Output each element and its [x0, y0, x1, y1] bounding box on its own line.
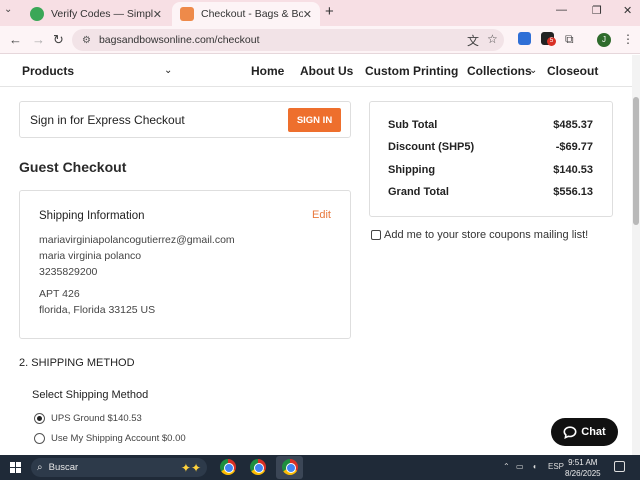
- select-shipping-method-label: Select Shipping Method: [32, 389, 149, 401]
- nav-collections[interactable]: Collections: [467, 64, 532, 78]
- order-summary: Sub Total $485.37 Discount (SHP5) -$69.7…: [369, 101, 613, 217]
- clock-time: 9:51 AM: [568, 458, 598, 467]
- nav-custom-printing[interactable]: Custom Printing: [365, 64, 458, 78]
- browser-menu-icon[interactable]: ⋮: [622, 32, 634, 46]
- summary-row-subtotal: Sub Total $485.37: [388, 119, 593, 131]
- summary-value: -$69.77: [555, 141, 593, 153]
- reload-icon[interactable]: ↻: [53, 32, 64, 48]
- summary-value: $140.53: [553, 164, 593, 176]
- express-checkout-signin: Sign in for Express Checkout SIGN IN: [19, 101, 351, 138]
- bags-favicon-icon: [180, 7, 194, 21]
- nav-home[interactable]: Home: [251, 64, 284, 78]
- taskbar-search[interactable]: ⌕ Buscar ✦✦: [31, 458, 207, 477]
- tab-checkout[interactable]: Checkout - Bags & Bows by S. ✕: [172, 2, 320, 26]
- network-icon[interactable]: ▭: [516, 462, 524, 471]
- ups-ground-radio[interactable]: [34, 413, 45, 424]
- tray-chevron-icon[interactable]: ⌃: [503, 462, 510, 471]
- tab-search-icon[interactable]: ⌄: [4, 4, 12, 15]
- address-bar[interactable]: ⚙ bagsandbowsonline.com/checkout: [72, 29, 504, 51]
- forward-icon[interactable]: →: [32, 32, 45, 47]
- notifications-icon[interactable]: [614, 461, 625, 472]
- volume-icon[interactable]: ◖: [532, 462, 537, 471]
- restore-icon[interactable]: ❐: [592, 4, 602, 17]
- close-window-icon[interactable]: ✕: [623, 4, 632, 17]
- shipping-name: maria virginia polanco: [39, 250, 142, 262]
- shield-extension-icon[interactable]: [518, 32, 531, 45]
- coupon-checkbox[interactable]: [371, 230, 381, 240]
- signin-label: Sign in for Express Checkout: [30, 113, 185, 127]
- back-icon[interactable]: ←: [9, 32, 22, 47]
- own-account-label[interactable]: Use My Shipping Account $0.00: [51, 433, 186, 444]
- summary-label: Discount (SHP5): [388, 141, 475, 153]
- simplycodes-favicon-icon: [30, 7, 44, 21]
- tab-close-icon[interactable]: ✕: [303, 8, 312, 21]
- shipping-phone: 3235829200: [39, 266, 98, 278]
- coupon-label: Add me to your store coupons mailing lis…: [384, 229, 589, 241]
- language-indicator[interactable]: ESP: [548, 462, 564, 471]
- profile-avatar[interactable]: J: [597, 33, 611, 47]
- page-scrollbar[interactable]: [632, 55, 640, 455]
- chat-button[interactable]: Chat: [551, 418, 618, 446]
- edit-shipping-link[interactable]: Edit: [312, 209, 331, 221]
- chrome-app-icon[interactable]: [282, 459, 298, 475]
- tab-title: Checkout - Bags & Bows by S.: [201, 8, 303, 20]
- search-icon: ⌕: [37, 462, 43, 473]
- scrollbar-thumb[interactable]: [633, 97, 639, 225]
- taskbar-search-placeholder: Buscar: [48, 462, 79, 473]
- shipping-info-heading: Shipping Information: [39, 210, 145, 222]
- clock-date: 8/26/2025: [565, 469, 601, 478]
- windows-taskbar: ⌕ Buscar ✦✦ ⌃ ▭ ◖ ESP 9:51 AM 8/26/2025: [0, 455, 640, 480]
- bookmark-star-icon[interactable]: ☆: [487, 32, 498, 46]
- own-account-radio[interactable]: [34, 433, 45, 444]
- sparkle-icon: ✦✦: [180, 460, 201, 475]
- extension-icon[interactable]: 5: [541, 32, 556, 46]
- tab-simplycodes[interactable]: Verify Codes — SimplyCodes ✕: [22, 2, 170, 26]
- chevron-down-icon[interactable]: ⌄: [529, 65, 537, 76]
- shipping-address-line2: florida, Florida 33125 US: [39, 304, 156, 316]
- summary-label: Sub Total: [388, 119, 438, 131]
- nav-products[interactable]: Products: [22, 64, 74, 78]
- minimize-icon[interactable]: —: [556, 4, 567, 16]
- guest-checkout-heading: Guest Checkout: [19, 159, 127, 175]
- chevron-down-icon[interactable]: ⌄: [164, 65, 172, 76]
- extension-badge: 5: [547, 37, 556, 46]
- windows-start-icon[interactable]: [10, 462, 21, 473]
- site-info-icon[interactable]: ⚙: [82, 35, 91, 46]
- summary-label: Shipping: [388, 164, 436, 176]
- site-navigation: Products ⌄ Home About Us Custom Printing…: [0, 55, 632, 87]
- summary-row-grand-total: Grand Total $556.13: [388, 186, 593, 198]
- url-text: bagsandbowsonline.com/checkout: [98, 34, 260, 46]
- nav-about-us[interactable]: About Us: [300, 64, 353, 78]
- chrome-app-icon[interactable]: [250, 459, 266, 475]
- browser-tab-strip: ⌄ Verify Codes — SimplyCodes ✕ Checkout …: [0, 0, 640, 26]
- shipping-information-card: Shipping Information Edit mariavirginiap…: [19, 190, 351, 339]
- new-tab-button[interactable]: +: [325, 3, 334, 20]
- shipping-email: mariavirginiapolancogutierrez@gmail.com: [39, 234, 235, 246]
- summary-value: $556.13: [553, 186, 593, 198]
- chat-bubble-icon: [563, 425, 577, 439]
- translate-icon[interactable]: 文: [467, 32, 479, 49]
- tab-close-icon[interactable]: ✕: [153, 8, 162, 21]
- taskbar-clock[interactable]: 9:51 AM 8/26/2025: [565, 457, 601, 479]
- summary-label: Grand Total: [388, 186, 449, 198]
- shipping-address-line1: APT 426: [39, 288, 80, 300]
- sign-in-button[interactable]: SIGN IN: [288, 108, 341, 132]
- summary-row-shipping: Shipping $140.53: [388, 164, 593, 176]
- ups-ground-label[interactable]: UPS Ground $140.53: [51, 413, 142, 424]
- coupon-mailing-option[interactable]: Add me to your store coupons mailing lis…: [371, 229, 588, 241]
- chat-label: Chat: [581, 426, 606, 438]
- shipping-method-heading: 2. SHIPPING METHOD: [19, 357, 135, 369]
- extensions-puzzle-icon[interactable]: ⧉: [565, 32, 574, 47]
- summary-value: $485.37: [553, 119, 593, 131]
- nav-closeout[interactable]: Closeout: [547, 64, 598, 78]
- tab-title: Verify Codes — SimplyCodes: [51, 8, 153, 20]
- summary-row-discount: Discount (SHP5) -$69.77: [388, 141, 593, 153]
- browser-toolbar: ← → ↻ ⚙ bagsandbowsonline.com/checkout 文…: [0, 26, 640, 54]
- chrome-app-icon[interactable]: [220, 459, 236, 475]
